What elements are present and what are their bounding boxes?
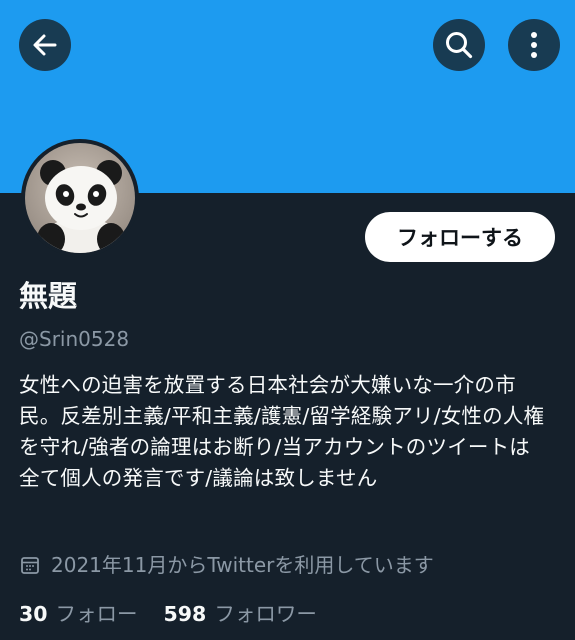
following-count: 30 [19, 602, 48, 626]
followers-label: フォロワー [214, 602, 317, 626]
arrow-left-icon [31, 31, 59, 59]
followers-stat[interactable]: 598 フォロワー [164, 599, 317, 629]
follow-stats: 30 フォロー 598 フォロワー [19, 599, 343, 629]
follow-button[interactable]: フォローする [365, 212, 555, 262]
display-name: 無題 [19, 279, 78, 313]
panda-avatar-icon [25, 143, 135, 253]
followers-count: 598 [163, 602, 207, 626]
avatar[interactable] [21, 139, 139, 257]
more-options-button[interactable] [508, 19, 560, 71]
back-button[interactable] [19, 19, 71, 71]
search-icon [444, 30, 474, 60]
search-button[interactable] [433, 19, 485, 71]
calendar-icon [19, 554, 41, 576]
profile-bio: 女性への迫害を放置する日本社会が大嫌いな一介の市民。反差別主義/平和主義/護憲/… [19, 373, 545, 490]
joined-text: 2021年11月からTwitterを利用しています [51, 553, 434, 577]
profile-page: フォローする 無題 @Srin0528 女性への迫害を放置する日本社会が大嫌いな… [0, 0, 575, 640]
more-vertical-icon [529, 30, 539, 60]
joined-date: 2021年11月からTwitterを利用しています [19, 550, 434, 580]
user-handle: @Srin0528 [19, 327, 130, 351]
following-stat[interactable]: 30 フォロー [19, 599, 138, 629]
following-label: フォロー [55, 602, 138, 626]
